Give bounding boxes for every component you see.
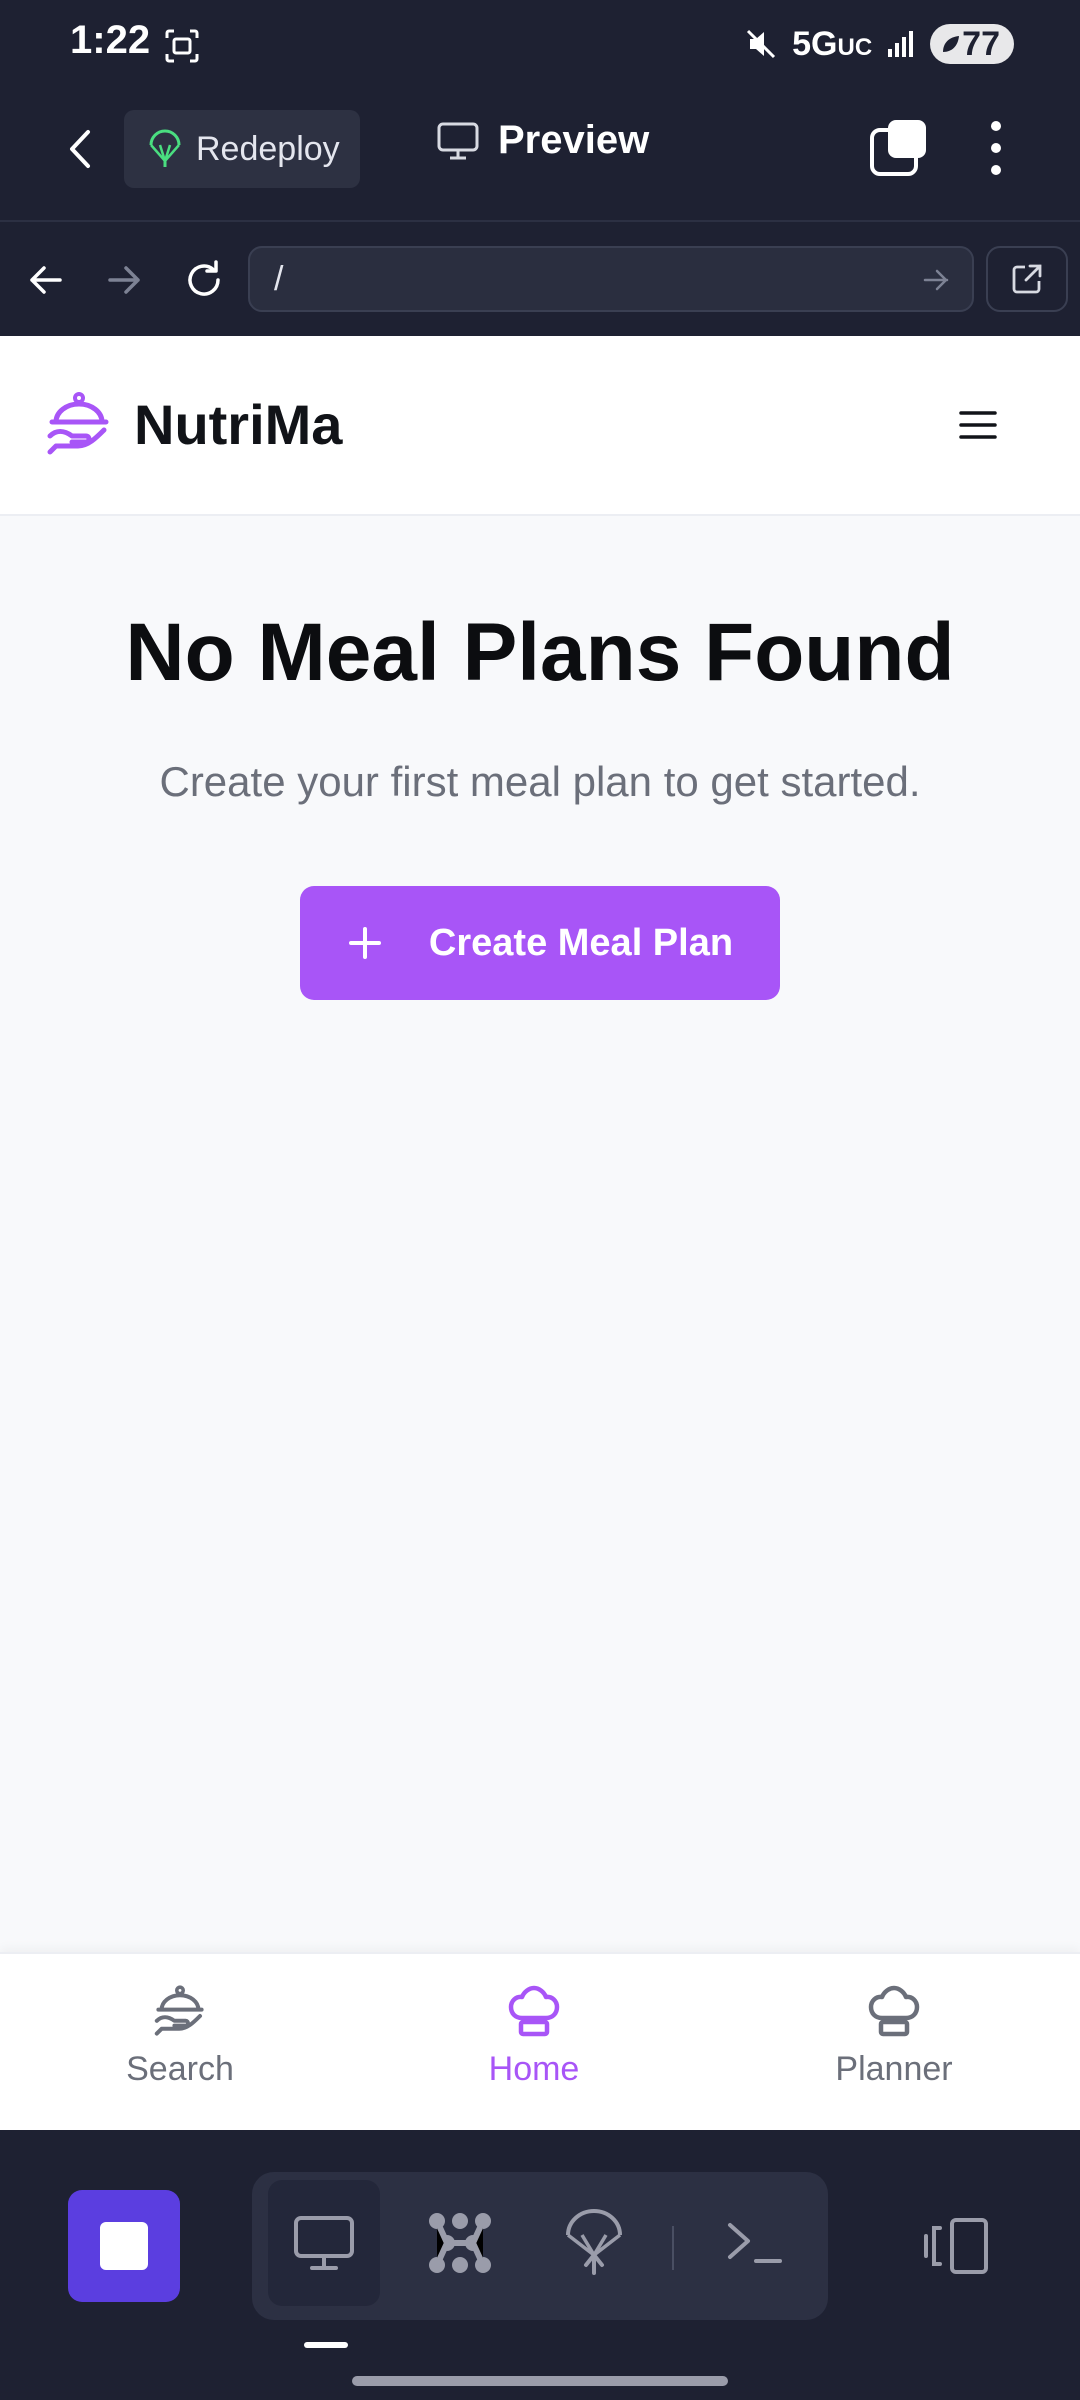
main-content [0,516,1080,1952]
parachute-icon [149,129,181,167]
redeploy-button[interactable]: Redeploy [124,110,360,188]
nav-label-home: Home [488,2050,580,2088]
chef-hat-icon [508,1985,560,2037]
redeploy-label: Redeploy [196,129,340,168]
monitor-icon [437,122,479,159]
terminal-icon [728,2223,782,2263]
stop-icon [100,2222,148,2270]
nav-label-planner: Planner [835,2050,953,2088]
status-time: 1:22 [70,18,151,62]
url-value: / [274,259,284,298]
brand-name[interactable]: NutriMa [134,392,342,457]
signal-icon [888,31,914,57]
serving-dish-icon [154,1985,204,2036]
back-chevron-icon[interactable] [60,124,100,174]
battery-indicator: 77 [930,24,1014,64]
nav-label-search: Search [126,2050,234,2088]
hamburger-menu-icon[interactable] [958,408,998,442]
view-switcher-divider [672,2226,674,2270]
deploy-view-button[interactable] [538,2180,650,2306]
reload-icon[interactable] [182,258,226,302]
monitor-icon [294,2216,354,2270]
network-type: 5GUC [792,24,873,63]
battery-leaf-icon [943,36,960,52]
tabs-icon[interactable] [868,118,928,178]
gesture-home-indicator [352,2376,728,2386]
services-view-button[interactable] [404,2180,516,2306]
molecules-icon [429,2213,491,2273]
open-external-button[interactable] [986,246,1068,312]
device-toggle-icon[interactable] [922,2216,990,2276]
desktop-view-button[interactable] [268,2180,380,2306]
nav-item-planner[interactable]: Planner [794,1984,994,2089]
nav-forward-icon[interactable] [104,260,144,300]
preview-tab[interactable]: Preview [436,118,649,163]
more-options-icon[interactable] [984,118,1008,178]
nav-item-search[interactable]: Search [80,1984,280,2089]
screenshot-icon [165,29,199,63]
stop-button[interactable] [68,2190,180,2302]
create-meal-plan-label: Create Meal Plan [428,921,734,964]
parachute-icon [566,2209,622,2275]
nav-item-home[interactable]: Home [434,1984,634,2089]
empty-state-subtitle: Create your first meal plan to get start… [159,758,921,805]
terminal-view-button[interactable] [698,2180,810,2306]
preview-label: Preview [498,118,650,162]
create-meal-plan-button[interactable]: Create Meal Plan [300,886,780,1000]
active-view-indicator [304,2342,348,2348]
plus-icon [348,927,381,959]
chef-hat-icon [868,1985,920,2037]
mute-icon [747,29,776,59]
status-indicators: 5GUC 77 [744,24,1014,64]
nav-back-icon[interactable] [26,260,66,300]
url-input[interactable]: / [248,246,974,312]
empty-state-title: No Meal Plans Found [125,607,955,698]
serving-dish-logo-icon[interactable] [44,390,114,460]
external-link-icon [1012,264,1042,294]
go-arrow-icon[interactable] [922,266,952,294]
